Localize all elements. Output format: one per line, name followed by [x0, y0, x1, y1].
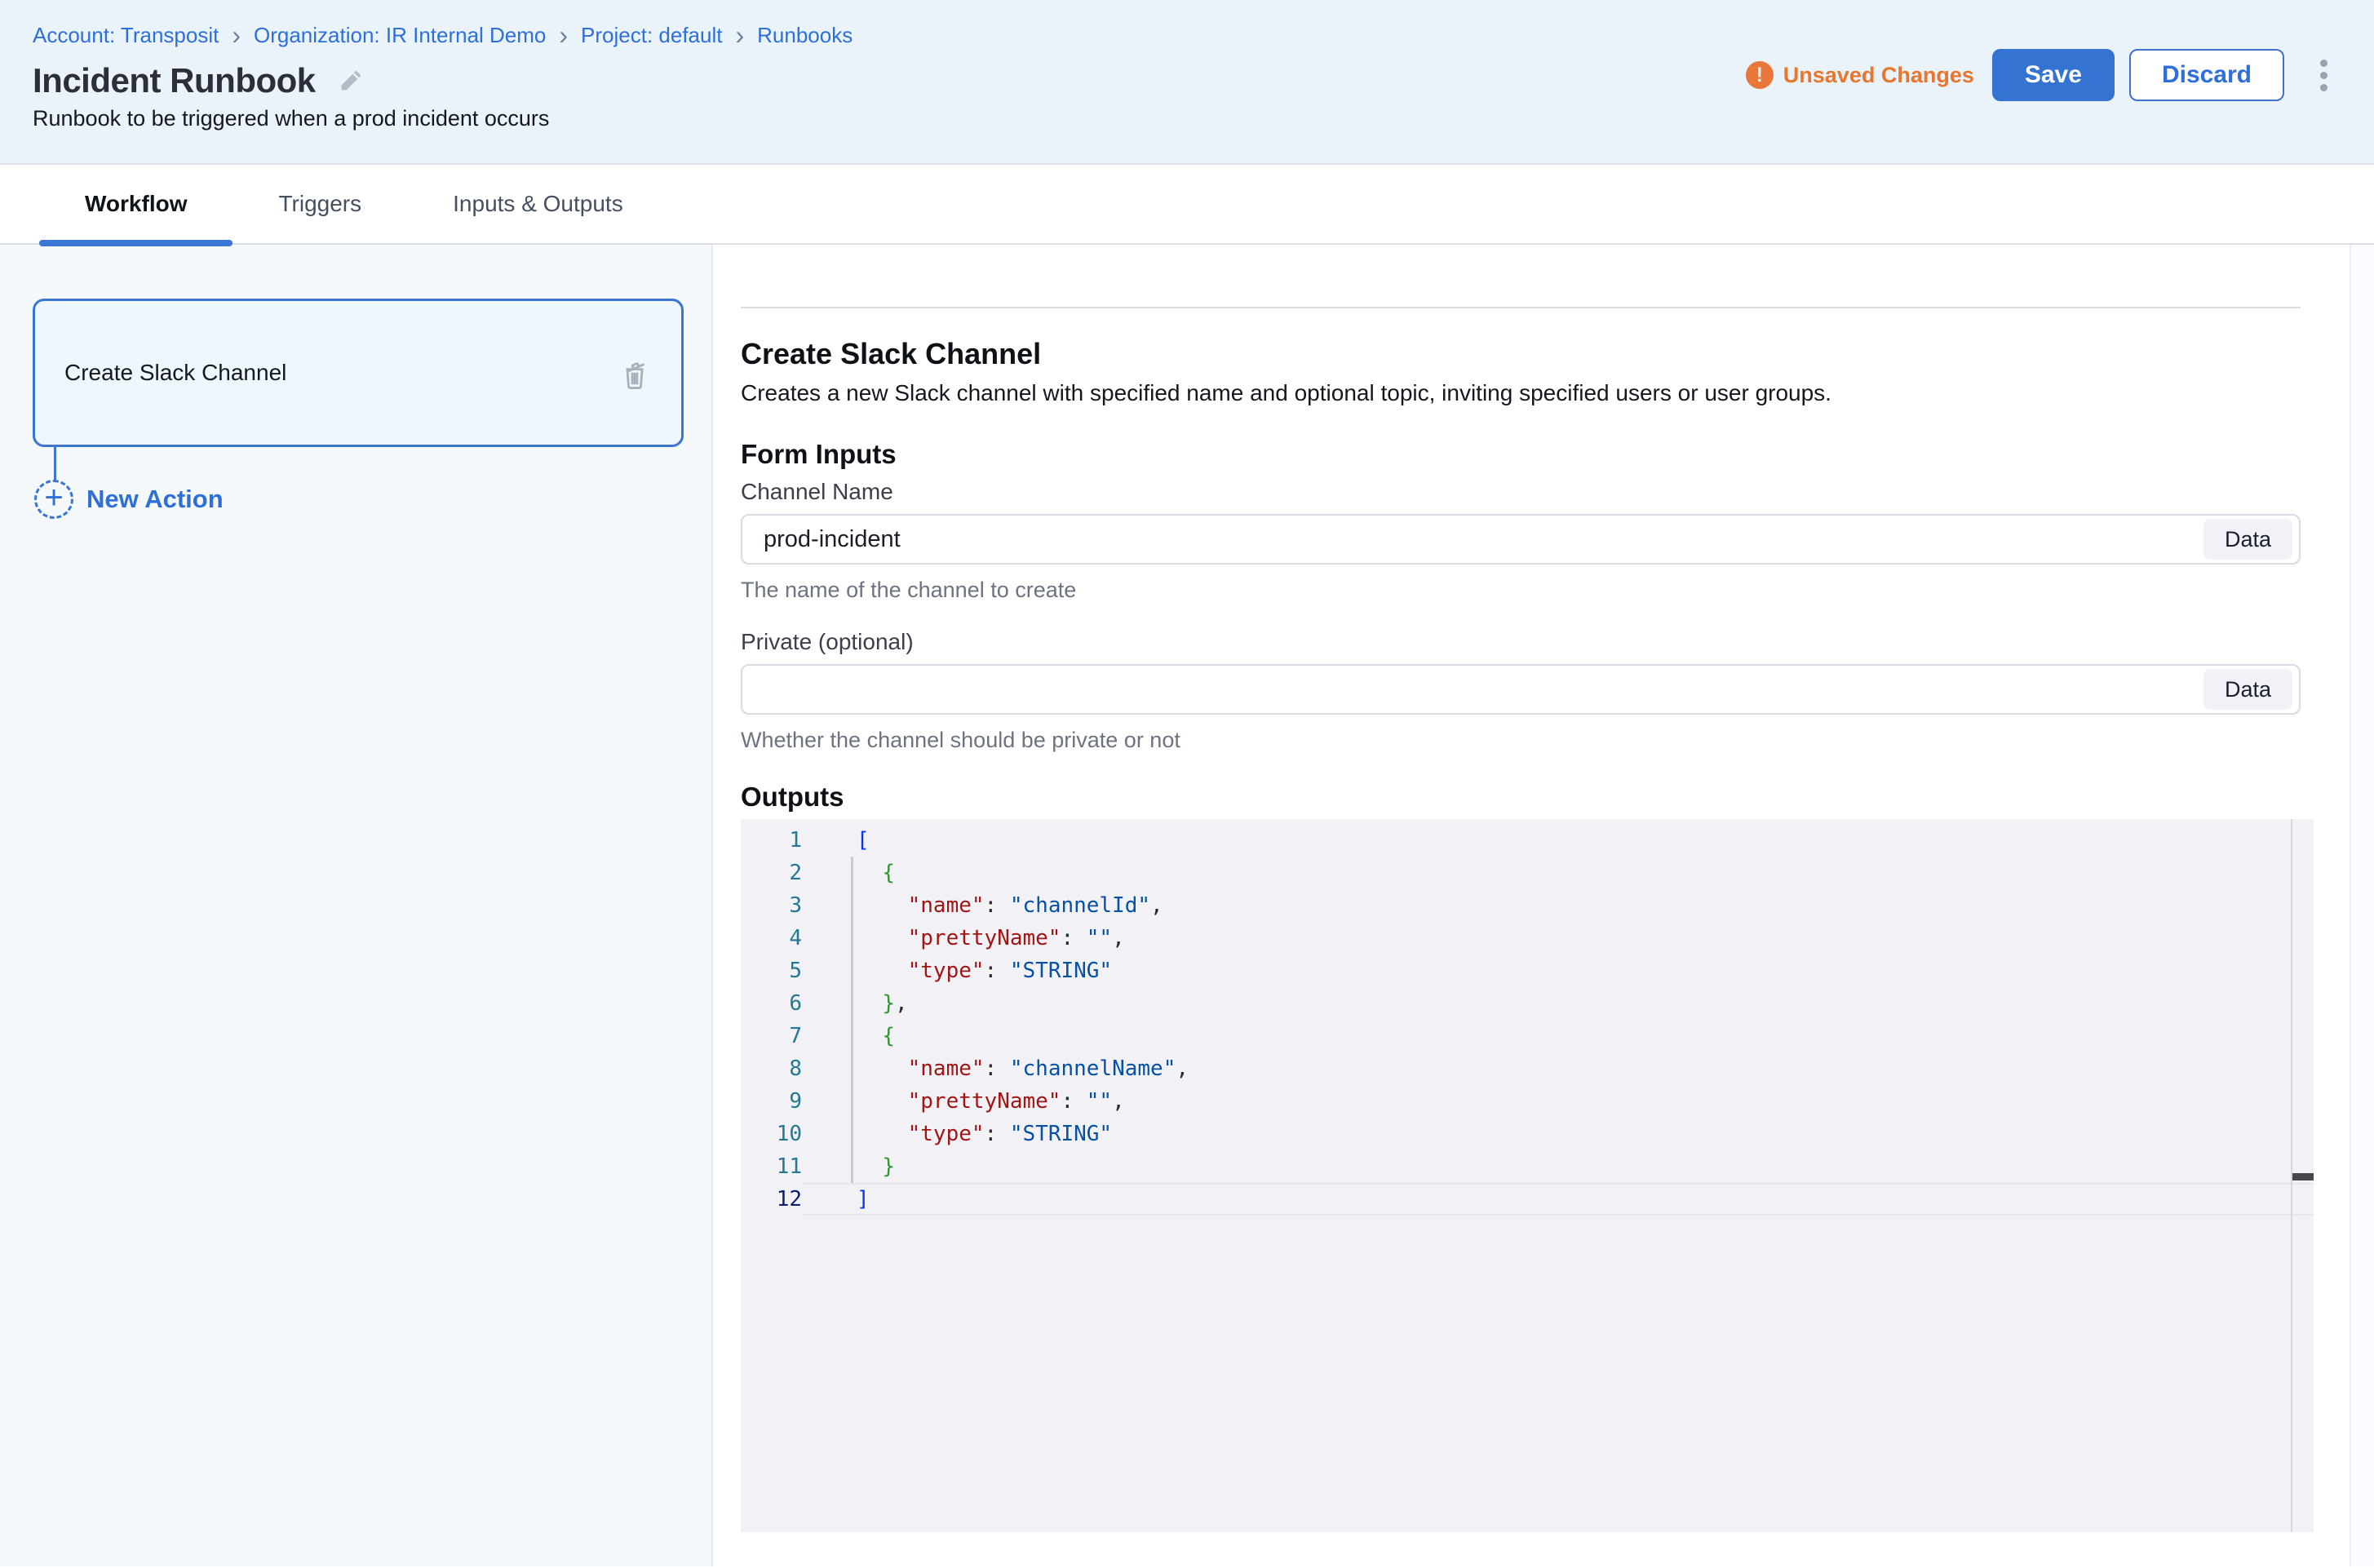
unsaved-changes-status: ! Unsaved Changes	[1746, 61, 1974, 89]
action-card-create-slack-channel[interactable]: Create Slack Channel	[33, 299, 684, 447]
indent-guide-line	[851, 857, 853, 1183]
new-action-label: New Action	[86, 485, 224, 514]
action-detail-title: Create Slack Channel	[741, 336, 2301, 372]
workflow-steps-panel: Create Slack Channel + New Action	[0, 245, 713, 1566]
chevron-right-icon: ›	[559, 23, 568, 47]
private-input[interactable]	[741, 664, 2301, 715]
line-number: 6	[741, 987, 802, 1020]
edit-pencil-icon[interactable]	[337, 67, 365, 95]
code-line[interactable]: 9 "prettyName": "",	[741, 1085, 2314, 1118]
breadcrumb-organization-link[interactable]: Organization: IR Internal Demo	[254, 21, 546, 49]
breadcrumb: Account: Transposit › Organization: IR I…	[33, 0, 2341, 49]
code-line[interactable]: 7 {	[741, 1020, 2314, 1052]
code-line[interactable]: 12]	[741, 1183, 2314, 1216]
trash-icon[interactable]	[618, 354, 652, 392]
outputs-heading: Outputs	[741, 780, 2301, 814]
code-text: [	[802, 824, 2314, 857]
breadcrumb-account-link[interactable]: Account: Transposit	[33, 21, 219, 49]
line-number: 1	[741, 824, 802, 857]
form-inputs-heading: Form Inputs	[741, 437, 2301, 472]
code-line[interactable]: 4 "prettyName": "",	[741, 922, 2314, 955]
line-number: 4	[741, 922, 802, 955]
editor-scrollbar-thumb[interactable]	[2292, 1173, 2314, 1180]
tab-label: Workflow	[85, 191, 187, 217]
code-lines: 1[2 {3 "name": "channelId",4 "prettyName…	[741, 824, 2314, 1216]
code-line[interactable]: 2 {	[741, 857, 2314, 889]
channel-name-data-button[interactable]: Data	[2203, 519, 2292, 560]
code-text: {	[802, 1020, 2314, 1052]
tab-workflow[interactable]: Workflow	[39, 165, 233, 243]
outputs-code-editor[interactable]: 1[2 {3 "name": "channelId",4 "prettyName…	[741, 819, 2314, 1532]
private-label: Private (optional)	[741, 628, 2301, 656]
kebab-menu-icon[interactable]	[2309, 49, 2338, 101]
detail-divider	[741, 307, 2301, 308]
private-help: Whether the channel should be private or…	[741, 726, 2301, 754]
page-scrollbar[interactable]	[2350, 245, 2374, 1566]
code-text: "type": "STRING"	[802, 955, 2314, 987]
code-line[interactable]: 5 "type": "STRING"	[741, 955, 2314, 987]
line-number: 8	[741, 1052, 802, 1085]
action-detail-description: Creates a new Slack channel with specifi…	[741, 379, 2301, 408]
channel-name-label: Channel Name	[741, 478, 2301, 506]
header-actions: ! Unsaved Changes Save Discard	[1746, 49, 2338, 101]
unsaved-changes-label: Unsaved Changes	[1783, 63, 1974, 88]
code-text: ]	[802, 1183, 2314, 1216]
line-number: 12	[741, 1183, 802, 1216]
line-number: 9	[741, 1085, 802, 1118]
field-channel-name: Channel Name Data The name of the channe…	[741, 478, 2301, 604]
code-text: "prettyName": "",	[802, 922, 2314, 955]
tab-bar: Workflow Triggers Inputs & Outputs	[0, 165, 2374, 245]
chevron-right-icon: ›	[735, 23, 744, 47]
discard-button[interactable]: Discard	[2129, 49, 2284, 101]
code-text: "prettyName": "",	[802, 1085, 2314, 1118]
new-action-button[interactable]: + New Action	[34, 480, 684, 519]
plus-circle-icon: +	[34, 480, 73, 519]
field-private: Private (optional) Data Whether the chan…	[741, 628, 2301, 754]
tab-triggers[interactable]: Triggers	[233, 165, 407, 243]
code-text: }	[802, 1150, 2314, 1183]
line-number: 2	[741, 857, 802, 889]
line-number: 5	[741, 955, 802, 987]
code-line[interactable]: 1[	[741, 824, 2314, 857]
code-text: },	[802, 987, 2314, 1020]
tab-label: Inputs & Outputs	[453, 191, 623, 217]
alert-circle-icon: !	[1746, 61, 1774, 89]
code-line[interactable]: 11 }	[741, 1150, 2314, 1183]
line-number: 10	[741, 1118, 802, 1150]
workflow-connector-line	[54, 447, 56, 480]
code-line[interactable]: 8 "name": "channelName",	[741, 1052, 2314, 1085]
code-text: "type": "STRING"	[802, 1118, 2314, 1150]
code-line[interactable]: 6 },	[741, 987, 2314, 1020]
action-detail-panel: Create Slack Channel Creates a new Slack…	[713, 245, 2350, 1566]
private-data-button[interactable]: Data	[2203, 669, 2292, 710]
line-number: 3	[741, 889, 802, 922]
channel-name-help: The name of the channel to create	[741, 576, 2301, 604]
save-button[interactable]: Save	[1992, 49, 2115, 101]
code-text: "name": "channelId",	[802, 889, 2314, 922]
code-text: "name": "channelName",	[802, 1052, 2314, 1085]
page-header: Account: Transposit › Organization: IR I…	[0, 0, 2374, 165]
breadcrumb-project-link[interactable]: Project: default	[581, 21, 722, 49]
chevron-right-icon: ›	[232, 23, 241, 47]
code-line[interactable]: 10 "type": "STRING"	[741, 1118, 2314, 1150]
code-line[interactable]: 3 "name": "channelId",	[741, 889, 2314, 922]
tab-label: Triggers	[278, 191, 361, 217]
line-number: 7	[741, 1020, 802, 1052]
code-text: {	[802, 857, 2314, 889]
channel-name-input[interactable]	[741, 514, 2301, 565]
action-card-title: Create Slack Channel	[64, 360, 286, 386]
tab-inputs-outputs[interactable]: Inputs & Outputs	[407, 165, 669, 243]
page-title: Incident Runbook	[33, 60, 316, 101]
breadcrumb-runbooks-link[interactable]: Runbooks	[757, 21, 853, 49]
line-number: 11	[741, 1150, 802, 1183]
page-subtitle: Runbook to be triggered when a prod inci…	[33, 104, 2341, 132]
